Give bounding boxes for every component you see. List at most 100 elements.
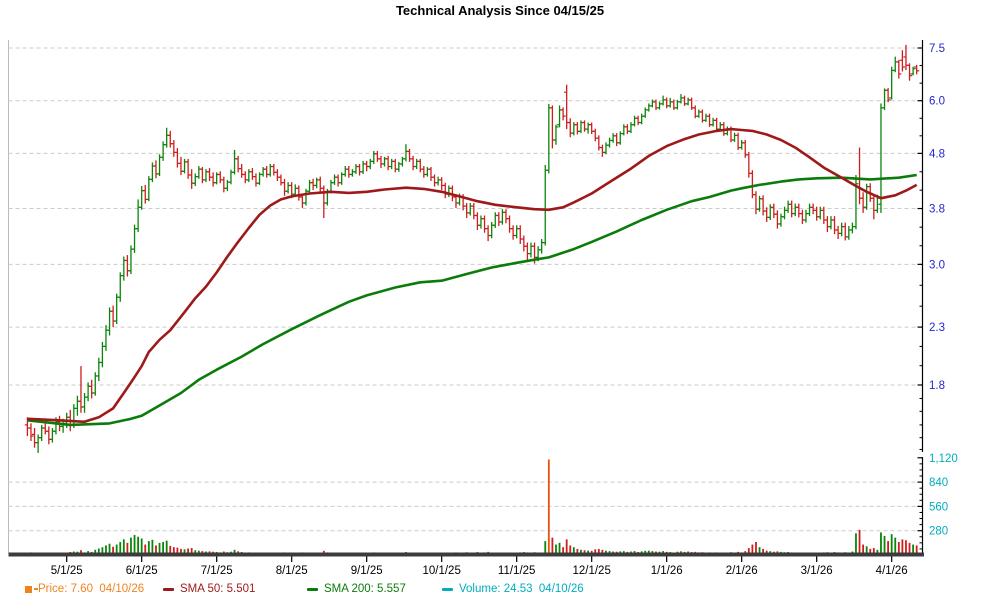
ohlc-bar	[914, 65, 919, 74]
ohlc-bar	[296, 185, 301, 200]
ohlc-bar	[321, 185, 326, 218]
ohlc-bar	[150, 162, 155, 182]
ohlc-bar	[850, 223, 855, 234]
ohlc-bar	[96, 358, 101, 381]
legend-item-sma50: SMA 50: 5.501	[163, 583, 255, 595]
ohlc-bar	[468, 203, 473, 215]
price-axis-label: 1.8	[929, 380, 945, 392]
ohlc-bar	[582, 120, 587, 131]
ohlc-bar	[261, 167, 266, 177]
ohlc-bar	[428, 167, 433, 181]
ohlc-bar	[475, 212, 480, 230]
x-axis-label: 5/1/25	[51, 565, 83, 577]
ohlc-bar	[175, 148, 180, 168]
ohlc-bar	[621, 124, 626, 135]
ohlc-bar	[168, 131, 173, 148]
ohlc-bar	[839, 223, 844, 237]
ohlc-bar	[236, 156, 241, 172]
ohlc-bar	[786, 201, 791, 213]
ohlc-bar	[882, 88, 887, 109]
x-axis-label: 12/1/25	[572, 565, 610, 577]
legend-price-label: Price: 7.60 04/10/26	[38, 583, 144, 595]
ohlc-bar	[514, 225, 519, 238]
ohlc-bar	[393, 159, 398, 172]
ohlc-bar	[114, 294, 119, 324]
ohlc-bar	[239, 164, 244, 178]
ohlc-bar	[357, 164, 362, 176]
ohlc-bar	[500, 209, 505, 224]
x-axis-label: 6/1/25	[126, 565, 158, 577]
ohlc-bar	[136, 199, 141, 232]
x-axis-label: 3/1/26	[801, 565, 833, 577]
ohlc-bar	[471, 203, 476, 219]
ohlc-bar	[761, 195, 766, 215]
volume-bar	[130, 538, 132, 555]
ohlc-bar	[100, 342, 105, 367]
ohlc-bar	[843, 223, 848, 241]
ohlc-bar	[496, 212, 501, 226]
ohlc-bar	[464, 203, 469, 218]
ohlc-bar	[896, 60, 901, 79]
ohlc-bar	[525, 243, 530, 261]
ohlc-bar	[821, 207, 826, 224]
ohlc-bar	[28, 423, 33, 441]
ohlc-bar	[311, 179, 316, 190]
ohlc-bar	[439, 177, 444, 190]
ohlc-bar	[75, 396, 80, 416]
x-axis-label: 9/1/25	[351, 565, 383, 577]
ohlc-bar	[200, 167, 205, 183]
chart-legend: Price: 7.60 04/10/26 SMA 50: 5.501 SMA 2…	[0, 583, 1000, 599]
price-axis: 7.56.04.83.83.02.31.8	[918, 40, 946, 452]
ohlc-bar	[171, 140, 176, 157]
ohlc-bar	[636, 116, 641, 125]
ohlc-bar	[486, 225, 491, 241]
volume-bar	[548, 460, 550, 555]
ohlc-bar	[378, 156, 383, 168]
ohlc-bar	[478, 215, 483, 228]
volume-bar	[551, 538, 553, 555]
volume-axis-label: 280	[929, 526, 948, 538]
ohlc-bar	[886, 88, 891, 102]
price-axis-label: 3.0	[929, 259, 945, 271]
ohlc-bar	[50, 428, 55, 443]
ohlc-bar	[664, 98, 669, 109]
ohlc-bar	[561, 107, 566, 120]
volume-bar	[137, 537, 139, 555]
ohlc-bar	[103, 325, 108, 351]
ohlc-bar	[768, 204, 773, 220]
ohlc-bar	[507, 215, 512, 232]
ohlc-bar	[164, 128, 169, 148]
ohlc-bar	[828, 216, 833, 229]
ohlc-bar	[600, 145, 605, 157]
ohlc-bar	[89, 380, 94, 399]
ohlc-bar	[678, 94, 683, 103]
ohlc-bar	[493, 212, 498, 228]
ohlc-bar	[775, 210, 780, 228]
x-axis: 5/1/256/1/257/1/258/1/259/1/2510/1/2511/…	[9, 555, 925, 578]
ohlc-bar	[739, 140, 744, 149]
volume-axis: 1,120840560280	[918, 453, 958, 555]
volume-bars	[27, 460, 918, 555]
volume-bar	[894, 538, 896, 555]
ohlc-bar	[432, 174, 437, 186]
ohlc-bar	[350, 169, 355, 176]
ohlc-bar	[807, 204, 812, 216]
ohlc-bar	[632, 116, 637, 127]
ohlc-bar	[246, 169, 251, 182]
ohlc-bar	[211, 172, 216, 186]
sma50-swatch-icon	[163, 588, 174, 591]
ohlc-bar	[836, 226, 841, 239]
volume-bar	[884, 536, 886, 555]
ohlc-bar	[893, 57, 898, 73]
ohlc-bar	[646, 103, 651, 111]
ohlc-bar	[643, 107, 648, 117]
x-axis-label: 4/1/26	[876, 565, 908, 577]
ohlc-bar	[596, 135, 601, 150]
price-axis-label: 2.3	[929, 322, 945, 334]
ohlc-bar	[389, 159, 394, 169]
ohlc-bar	[411, 156, 416, 170]
ohlc-bar	[207, 168, 212, 181]
ohlc-bar	[521, 236, 526, 252]
sma200-swatch-icon	[307, 588, 318, 591]
ohlc-bar	[511, 225, 516, 239]
